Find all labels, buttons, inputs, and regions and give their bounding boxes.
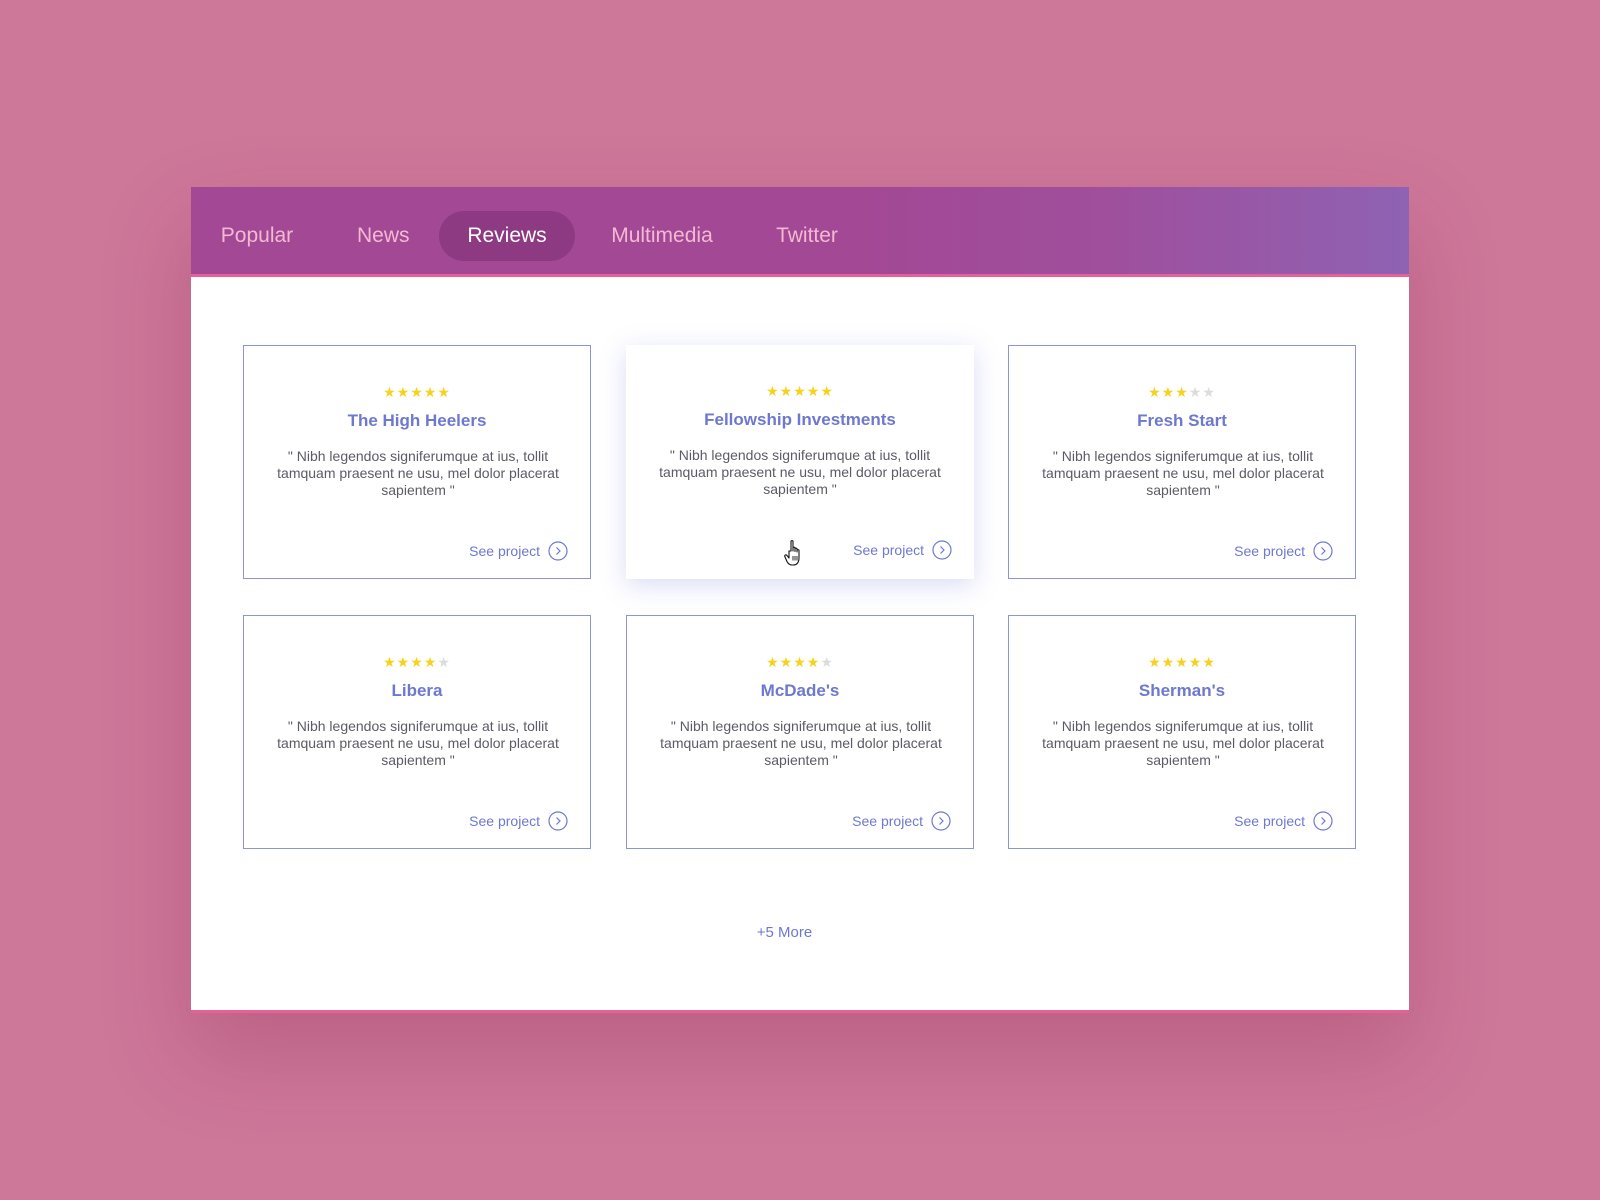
tab-twitter[interactable]: Twitter	[773, 211, 841, 261]
see-project-link[interactable]: See project	[469, 810, 568, 832]
see-project-label: See project	[469, 543, 540, 559]
star-icon: ★	[437, 654, 451, 670]
review-card[interactable]: ★★★★★ Libera " Nibh legendos signiferumq…	[243, 615, 591, 849]
star-icon: ★	[1188, 384, 1203, 400]
star-icon: ★	[766, 383, 780, 399]
review-quote: " Nibh legendos signiferumque at ius, to…	[1042, 718, 1324, 768]
category-nav: Popular News Reviews Multimedia Twitter	[191, 187, 1409, 277]
review-quote: " Nibh legendos signiferumque at ius, to…	[277, 718, 559, 768]
tab-news[interactable]: News	[357, 211, 410, 261]
see-project-link[interactable]: See project	[853, 539, 952, 561]
star-icon: ★	[806, 654, 821, 670]
review-title: Sherman's	[1138, 681, 1226, 700]
review-quote: " Nibh legendos signiferumque at ius, to…	[277, 448, 559, 498]
star-icon: ★	[396, 384, 411, 400]
star-rating: ★★★★★	[627, 654, 973, 670]
star-icon: ★	[766, 654, 780, 670]
star-icon: ★	[410, 384, 424, 400]
review-card[interactable]: ★★★★★ The High Heelers " Nibh legendos s…	[243, 345, 591, 579]
star-rating: ★★★★★	[244, 654, 590, 670]
star-icon: ★	[410, 654, 424, 670]
more-link[interactable]: +5 More	[191, 924, 1378, 941]
star-icon: ★	[793, 383, 807, 399]
review-title: Fresh Start	[1137, 411, 1227, 430]
see-project-label: See project	[1234, 543, 1305, 559]
star-icon: ★	[437, 384, 451, 400]
star-icon: ★	[1202, 654, 1216, 670]
star-icon: ★	[1175, 384, 1189, 400]
chevron-right-circle-icon	[931, 811, 951, 831]
star-icon: ★	[423, 654, 438, 670]
see-project-link[interactable]: See project	[1234, 810, 1333, 832]
star-icon: ★	[806, 383, 821, 399]
star-icon: ★	[1148, 654, 1162, 670]
chevron-right-circle-icon	[548, 541, 568, 561]
see-project-link[interactable]: See project	[852, 810, 951, 832]
star-icon: ★	[1148, 384, 1162, 400]
tab-reviews[interactable]: Reviews	[439, 211, 575, 261]
review-card[interactable]: ★★★★★ McDade's " Nibh legendos signiferu…	[626, 615, 974, 849]
star-icon: ★	[779, 383, 794, 399]
review-card[interactable]: ★★★★★ Fresh Start " Nibh legendos signif…	[1008, 345, 1356, 579]
star-icon: ★	[1202, 384, 1216, 400]
review-title: Libera	[391, 681, 443, 700]
review-quote: " Nibh legendos signiferumque at ius, to…	[1042, 448, 1324, 498]
star-icon: ★	[383, 654, 397, 670]
star-rating: ★★★★★	[244, 384, 590, 400]
review-title: McDade's	[760, 681, 840, 700]
star-rating: ★★★★★	[1009, 654, 1355, 670]
review-quote: " Nibh legendos signiferumque at ius, to…	[660, 718, 942, 768]
see-project-link[interactable]: See project	[1234, 540, 1333, 562]
star-icon: ★	[793, 654, 807, 670]
see-project-label: See project	[469, 813, 540, 829]
star-icon: ★	[820, 383, 834, 399]
hand-pointer-cursor-icon	[784, 540, 800, 566]
star-icon: ★	[396, 654, 411, 670]
star-icon: ★	[1188, 654, 1203, 670]
chevron-right-circle-icon	[1313, 811, 1333, 831]
review-card[interactable]: ★★★★★ Sherman's " Nibh legendos signifer…	[1008, 615, 1356, 849]
star-icon: ★	[779, 654, 794, 670]
star-icon: ★	[820, 654, 834, 670]
chevron-right-circle-icon	[932, 540, 952, 560]
see-project-link[interactable]: See project	[469, 540, 568, 562]
star-rating: ★★★★★	[626, 383, 974, 399]
star-rating: ★★★★★	[1009, 384, 1355, 400]
see-project-label: See project	[853, 542, 924, 558]
reviews-panel: Popular News Reviews Multimedia Twitter …	[191, 187, 1409, 1013]
review-title: Fellowship Investments	[704, 410, 896, 429]
chevron-right-circle-icon	[548, 811, 568, 831]
star-icon: ★	[423, 384, 438, 400]
star-icon: ★	[1175, 654, 1189, 670]
review-quote: " Nibh legendos signiferumque at ius, to…	[659, 447, 941, 497]
chevron-right-circle-icon	[1313, 541, 1333, 561]
tab-multimedia[interactable]: Multimedia	[605, 211, 719, 261]
star-icon: ★	[1161, 654, 1176, 670]
accent-divider	[191, 1010, 1409, 1013]
review-title: The High Heelers	[347, 411, 487, 430]
see-project-label: See project	[1234, 813, 1305, 829]
star-icon: ★	[1161, 384, 1176, 400]
star-icon: ★	[383, 384, 397, 400]
tab-popular[interactable]: Popular	[217, 211, 297, 261]
see-project-label: See project	[852, 813, 923, 829]
review-card[interactable]: ★★★★★ Fellowship Investments " Nibh lege…	[626, 345, 974, 579]
